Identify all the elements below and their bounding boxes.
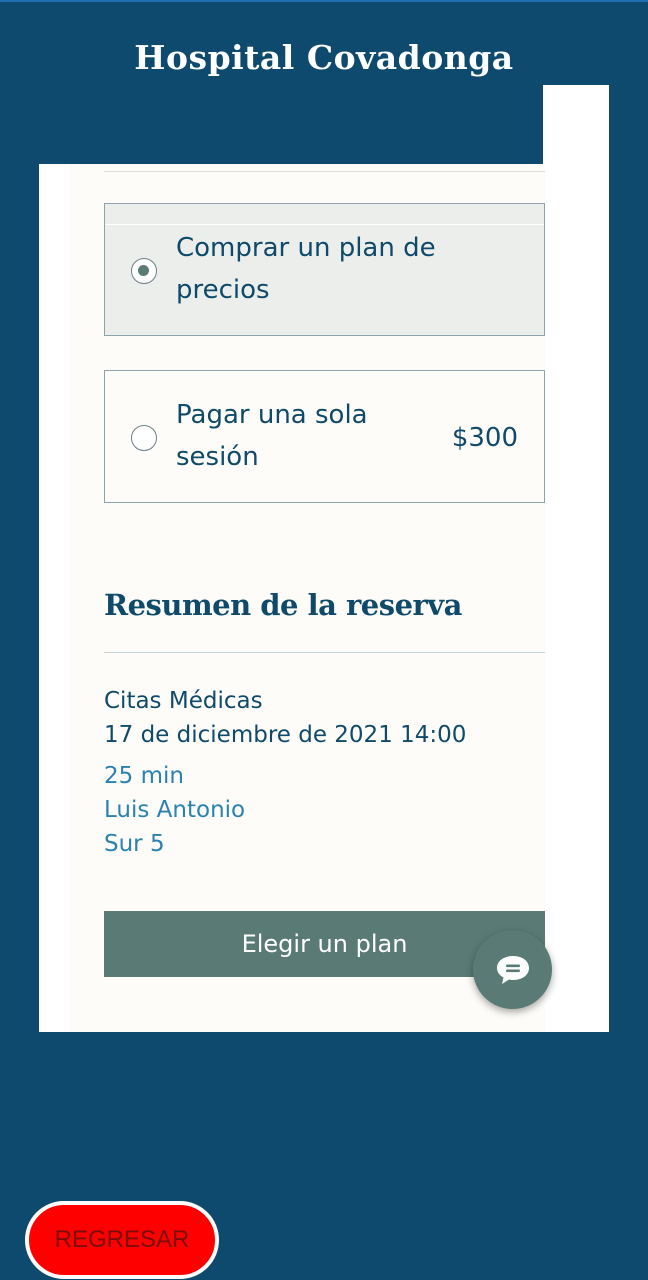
chat-button[interactable]	[473, 930, 552, 1009]
option-single-session[interactable]: Pagar una sola sesión $300	[104, 370, 545, 503]
site-title: Hospital Covadonga	[134, 38, 514, 77]
option-label: Comprar un plan de precios	[176, 233, 436, 305]
option-price: $300	[451, 423, 518, 453]
summary-staff: Luis Antonio	[104, 797, 246, 823]
option-label: Pagar una sola sesión	[176, 400, 368, 472]
radio-button[interactable]	[131, 425, 157, 451]
top-accent-line	[0, 0, 648, 2]
summary-heading: Resumen de la reserva	[104, 588, 462, 622]
top-divider	[104, 171, 545, 172]
option-buy-plan[interactable]: Comprar un plan de precios	[104, 203, 545, 336]
summary-duration: 25 min	[104, 763, 184, 789]
summary-service: Citas Médicas	[104, 688, 263, 714]
summary-divider	[104, 652, 545, 653]
radio-button-selected[interactable]	[131, 258, 157, 284]
back-button[interactable]: REGRESAR	[25, 1201, 219, 1279]
chat-bubble-icon	[496, 955, 529, 984]
summary-datetime: 17 de diciembre de 2021 14:00	[104, 722, 467, 748]
summary-location: Sur 5	[104, 831, 165, 857]
card-background-tab	[543, 85, 609, 175]
radio-dot	[138, 265, 149, 276]
